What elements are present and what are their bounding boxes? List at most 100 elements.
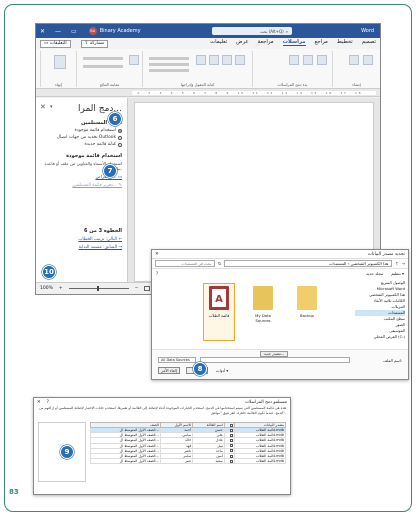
nav-item-local-disk[interactable]: القرص المحلي (C:) <box>355 334 405 340</box>
tab-view[interactable]: عرض <box>236 39 249 46</box>
search-box[interactable]: بحث (Alt+Q) ⌕ <box>212 27 292 35</box>
table-row[interactable]: الصف الأول المتوسط ال... سامي علي قائمة الط… <box>90 432 287 439</box>
refresh-icon[interactable]: ↻ <box>218 261 221 266</box>
access-db-icon: A <box>209 286 229 310</box>
cell-check[interactable] <box>223 458 235 465</box>
restore-icon[interactable]: ▭ <box>71 28 77 35</box>
select-data-source-dialog: ✕ تحديد مصدر البيانات بحث في المستندات ↻… <box>151 249 409 380</box>
new-folder-button[interactable]: مجلد جديد <box>366 271 383 276</box>
checkbox[interactable] <box>229 423 233 427</box>
edit-recipients-button[interactable] <box>289 55 299 65</box>
tab-layout[interactable]: تخطيط <box>337 39 353 46</box>
update-labels-button[interactable] <box>149 69 189 72</box>
radio-existing[interactable] <box>118 128 122 133</box>
comments-button[interactable]: ▭ التعليقات <box>40 39 71 48</box>
insert-field-button[interactable] <box>196 55 206 65</box>
file-item-my-data-sources[interactable]: My Data Sources <box>248 284 278 340</box>
option-existing-list[interactable]: استخدام قائمة موجودة <box>41 128 122 133</box>
greeting-line-button[interactable] <box>209 55 219 65</box>
title-bar: ✕ — ▭ BA Binary Academy بحث (Alt+Q) ⌕ Wo… <box>36 24 380 38</box>
checkbox[interactable] <box>229 428 233 432</box>
option-new-label: كتابة قائمة جديدة <box>84 142 116 147</box>
radio-outlook[interactable] <box>118 135 122 140</box>
start-merge-button[interactable] <box>317 55 327 65</box>
preview-results-button[interactable] <box>129 55 139 65</box>
close-icon[interactable]: ✕ <box>40 28 45 35</box>
option-outlook-label: تحديد من جهات اتصال Outlook <box>56 135 116 140</box>
comments-icon: ▭ <box>44 41 49 46</box>
find-recipient-button[interactable] <box>83 57 123 60</box>
tab-review[interactable]: مراجعة <box>258 39 274 46</box>
match-fields-button[interactable] <box>149 63 189 66</box>
zoom-out-icon[interactable]: − <box>135 286 139 291</box>
radio-new[interactable] <box>118 142 122 147</box>
help-icon[interactable]: ? <box>156 271 158 276</box>
cell-last: سعيد <box>192 458 225 465</box>
ruler: · 1 · 2 · 3 · 4 · 5 · 6 · 7 · 8 · 9 · 10… <box>36 89 380 97</box>
file-item-backup[interactable]: Backup <box>292 284 322 340</box>
tab-design[interactable]: تصميم <box>362 39 376 46</box>
cell-grade: الصف الأول المتوسط ال... <box>90 458 161 465</box>
folder-icon <box>297 286 317 310</box>
back-arrow-icon[interactable]: → <box>402 261 405 266</box>
dialog-title: تحديد مصدر البيانات <box>367 251 405 257</box>
search-label: بحث (Alt+Q) <box>259 28 284 34</box>
ribbon-group-preview: معاينة النتائج <box>76 51 142 87</box>
filename-input[interactable] <box>200 357 350 363</box>
option-new-list[interactable]: كتابة قائمة جديدة <box>41 142 122 147</box>
highlight-fields-button[interactable] <box>235 55 245 65</box>
select-recipients-button[interactable] <box>303 55 313 65</box>
avatar[interactable]: BA <box>88 27 97 35</box>
option-outlook[interactable]: تحديد من جهات اتصال Outlook <box>41 135 122 140</box>
checkbox[interactable] <box>229 433 233 437</box>
envelopes-button[interactable] <box>363 55 373 65</box>
minimize-icon[interactable]: — <box>55 28 61 35</box>
checkbox[interactable] <box>229 459 233 463</box>
use-existing-heading: استخدام قائمة موجودة <box>66 153 122 159</box>
table-row[interactable]: الصف الأول المتوسط ال... خالد عادل قائمة ال… <box>90 437 287 444</box>
organize-button[interactable]: تنظيم ▾ <box>391 271 404 276</box>
table-row[interactable]: الصف الأول المتوسط ال... فهد نبيل قائمة الط… <box>90 442 287 449</box>
check-errors-button[interactable] <box>83 65 123 68</box>
address-block-button[interactable] <box>222 55 232 65</box>
checkbox[interactable] <box>229 444 233 448</box>
next-step-link[interactable]: التالي: ترتيب الخطاب ← <box>41 237 122 242</box>
previous-step-link[interactable]: السابق: مستند البداية → <box>41 245 122 250</box>
tab-help[interactable]: تعليمات <box>210 39 227 46</box>
close-icon[interactable]: ✕ <box>155 252 159 257</box>
table-row[interactable]: الصف الأول المتوسط ال... أحمد حسن قائمة الط… <box>90 426 287 434</box>
table-row[interactable]: الصف الأول المتوسط ال... عمر سعيد قائمة الط… <box>90 458 287 465</box>
finish-merge-button[interactable] <box>54 55 66 69</box>
folder-data-icon <box>253 286 273 310</box>
chevron-down-icon[interactable]: ▾ <box>50 104 53 110</box>
share-button[interactable]: ⇪ مشاركة <box>80 39 109 48</box>
file-item-students-db[interactable]: A قائمة الطلاب <box>203 283 235 341</box>
labels-button[interactable] <box>349 55 359 65</box>
rules-button[interactable] <box>149 57 189 60</box>
checkbox[interactable] <box>229 449 233 453</box>
help-icon[interactable]: ? <box>47 400 49 405</box>
address-bar[interactable]: هذا الكمبيوتر الشخصي › المستندات <box>224 260 393 267</box>
checkbox[interactable] <box>229 454 233 458</box>
file-type-select[interactable]: All Data Sources <box>158 357 196 363</box>
checkbox[interactable] <box>229 438 233 442</box>
search-icon: ⌕ <box>285 28 288 34</box>
cancel-button[interactable]: إلغاء الأمر <box>158 367 180 374</box>
close-icon[interactable]: ✕ <box>40 103 46 111</box>
table-row[interactable]: الصف الأول المتوسط ال... سامر أمين قائمة ال… <box>90 452 287 460</box>
tools-dropdown[interactable]: أدوات ▾ <box>216 368 228 373</box>
up-arrow-icon[interactable]: ↑ <box>395 261 398 266</box>
print-layout-icon[interactable] <box>144 286 151 291</box>
close-icon[interactable]: ✕ <box>37 400 41 405</box>
search-input[interactable]: بحث في المستندات <box>155 260 215 267</box>
ribbon-group-start-merge: بدء دمج المراسلات <box>252 51 332 87</box>
edit-icon: ✎ <box>118 182 122 188</box>
page-number: 83 <box>9 488 19 496</box>
zoom-level[interactable]: 100% <box>40 286 53 291</box>
zoom-slider[interactable] <box>68 286 129 291</box>
table-row[interactable]: الصف الأول المتوسط ال... ناصر ماجد قائمة ال… <box>90 447 287 454</box>
tab-references[interactable]: مراجع <box>315 39 328 46</box>
step-badge-10: 10 <box>42 265 56 279</box>
tab-mailings[interactable]: مراسلات <box>282 39 306 46</box>
zoom-in-icon[interactable]: + <box>59 286 63 291</box>
